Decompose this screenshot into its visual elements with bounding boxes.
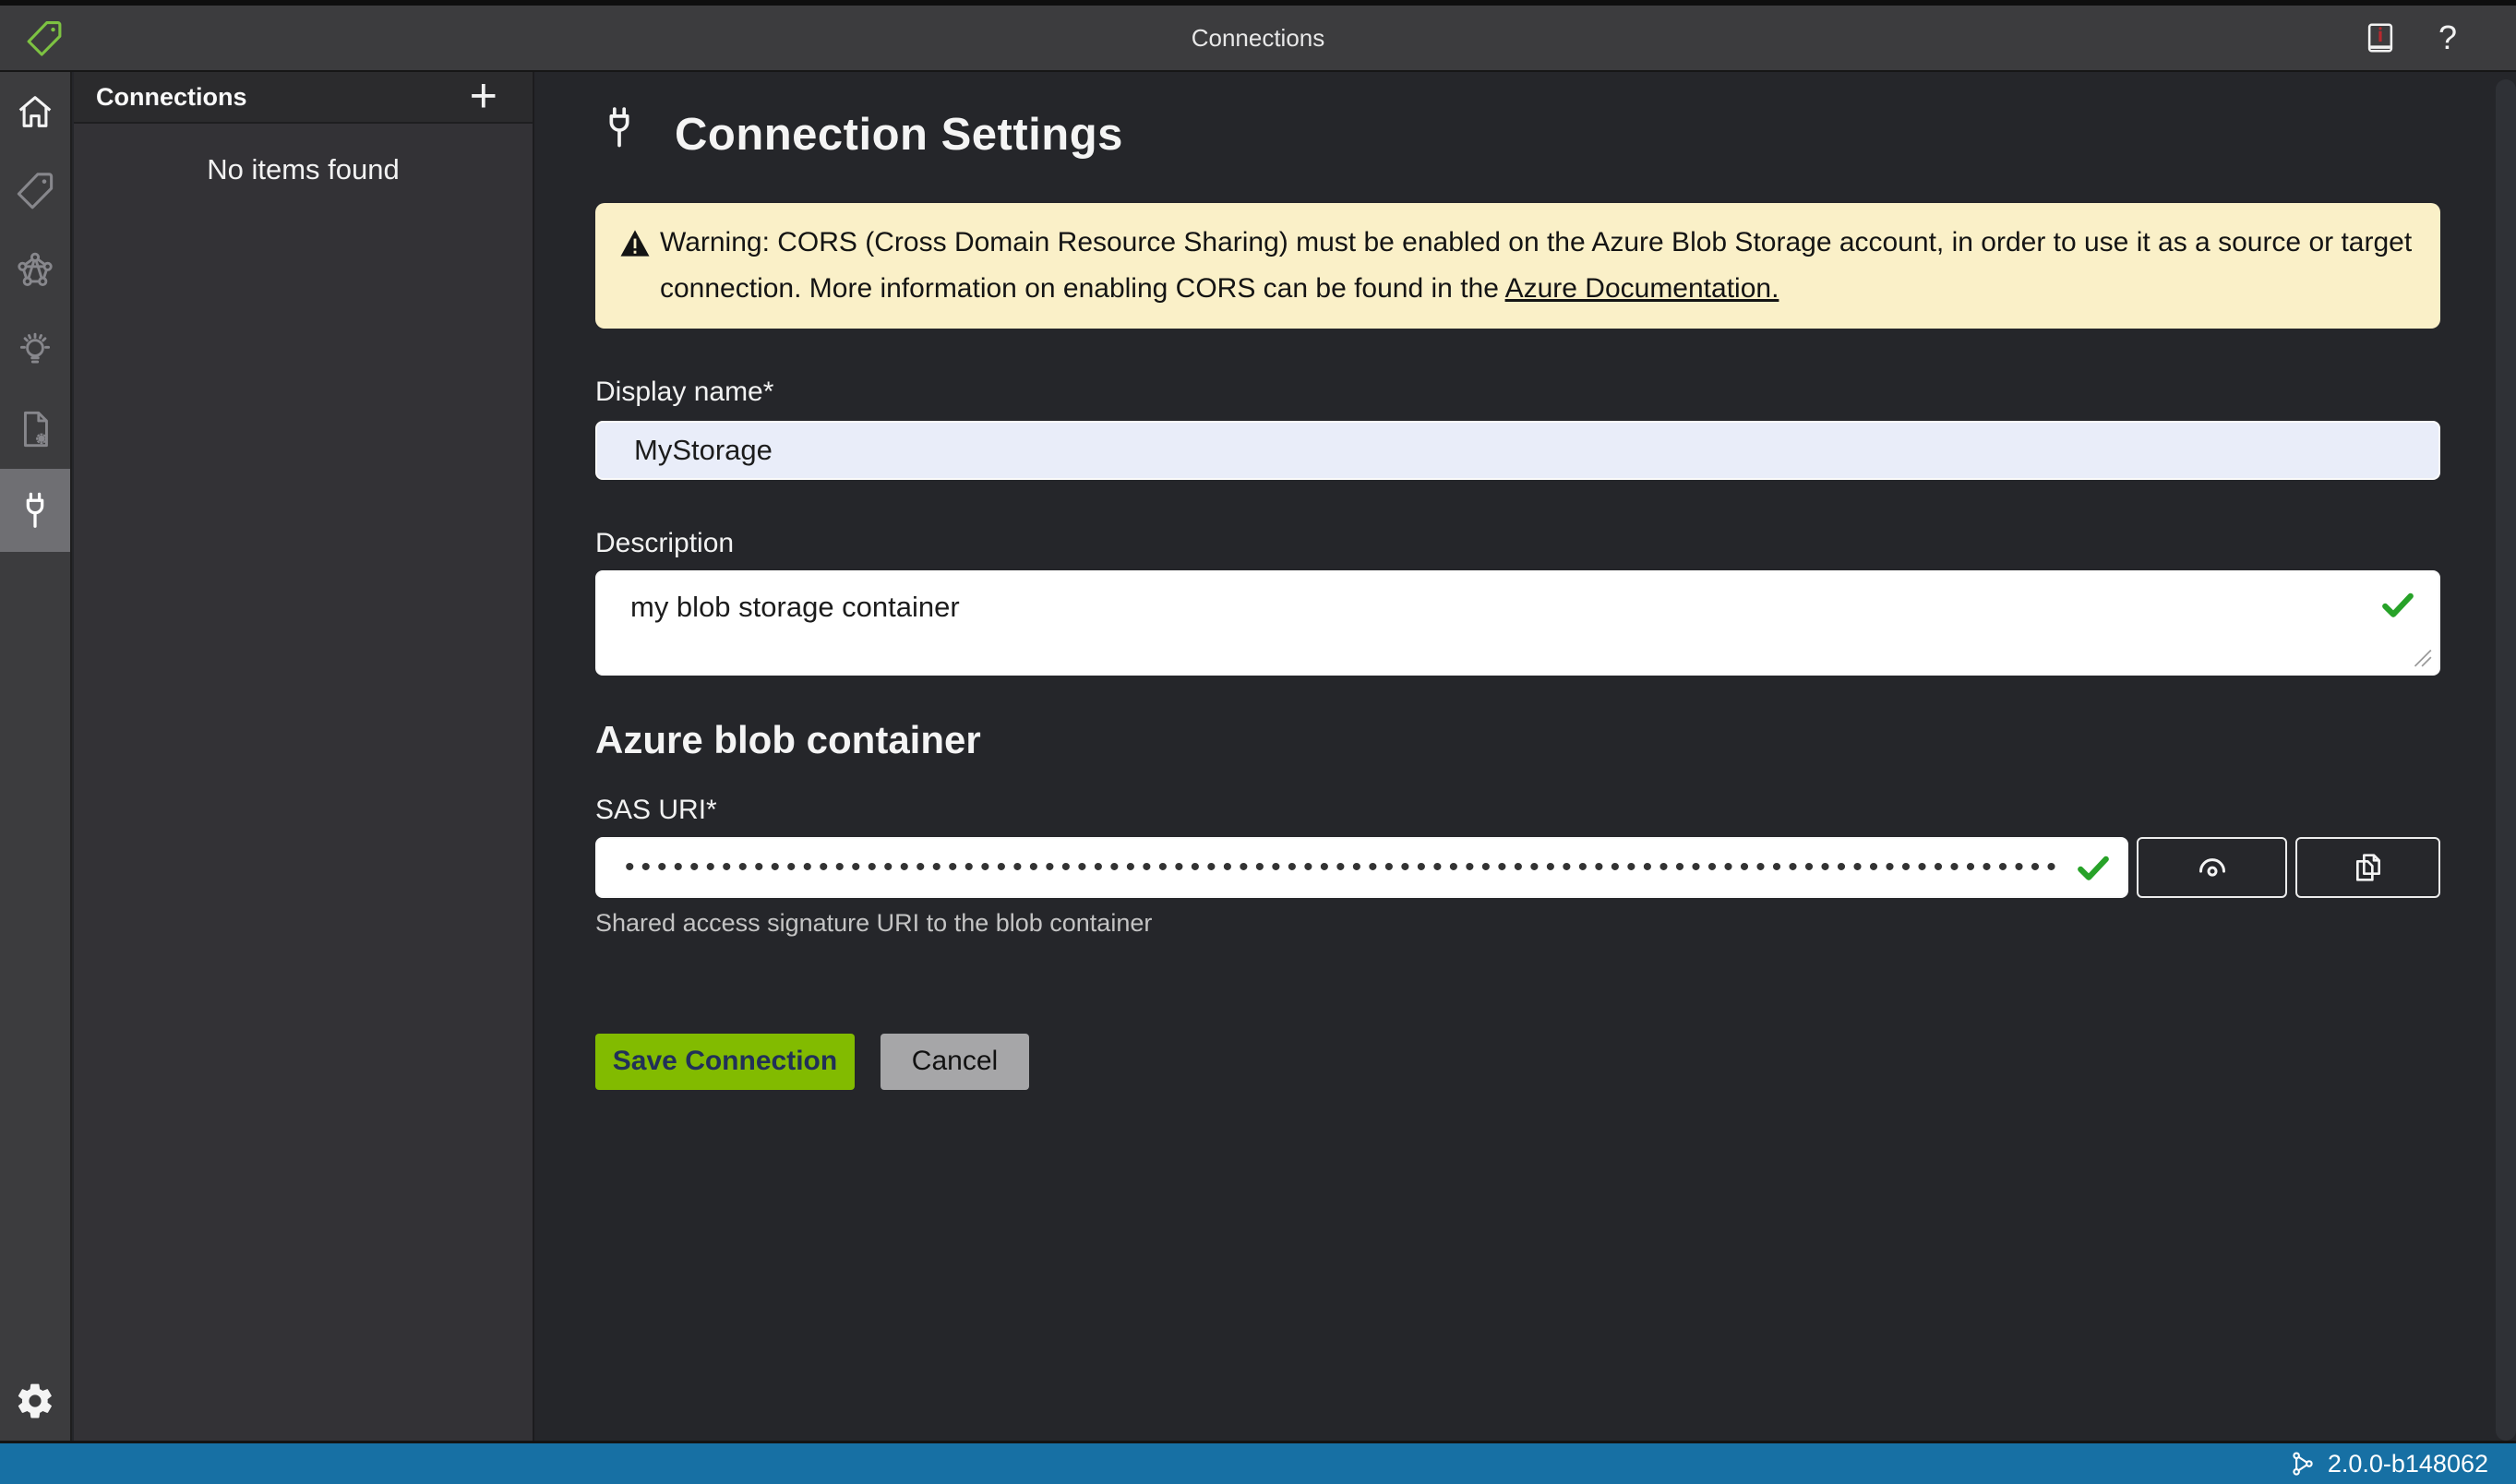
- titlebar-title: Connections: [1191, 23, 1325, 52]
- section-title-azure-blob-container: Azure blob container: [595, 718, 981, 761]
- sas-uri-row: [595, 836, 2440, 898]
- help-icon[interactable]: ?: [2438, 21, 2457, 54]
- valid-check-icon: [2382, 592, 2414, 617]
- description-wrap: my blob storage container: [595, 570, 2440, 676]
- empty-list-message: No items found: [207, 153, 400, 186]
- page-title-row: Connection Settings: [595, 102, 2440, 168]
- document-gear-icon: [24, 411, 48, 448]
- connection-settings-page: Connection Settings Warning: CORS (Cross…: [536, 72, 2516, 1441]
- titlebar-actions: ?: [2363, 6, 2457, 70]
- settings-gear-icon: [18, 1383, 52, 1418]
- titlebar: Connections ?: [0, 6, 2516, 72]
- app-window: Connections ? Connections + No items fou…: [0, 0, 2516, 1484]
- azure-documentation-link[interactable]: Azure Documentation.: [1505, 273, 1779, 304]
- status-bar: 2.0.0-b148062: [0, 1441, 2516, 1484]
- nav-rail-spacer: [0, 552, 70, 1361]
- sas-uri-label: SAS URI*: [595, 794, 717, 825]
- nav-item-reports[interactable]: [0, 389, 70, 469]
- release-notes-book-icon[interactable]: [2363, 20, 2398, 55]
- app-version: 2.0.0-b148062: [2327, 1449, 2488, 1478]
- reveal-password-button[interactable]: [2137, 836, 2288, 898]
- valid-check-icon: [2078, 856, 2110, 880]
- vertical-scrollbar[interactable]: [2496, 79, 2516, 1441]
- display-name-label: Display name*: [595, 377, 774, 407]
- display-name-input[interactable]: [595, 421, 2440, 480]
- sas-uri-wrap: [595, 836, 2129, 898]
- nav-item-network[interactable]: [0, 231, 70, 310]
- nav-item-tags[interactable]: [0, 151, 70, 231]
- cors-warning-banner: Warning: CORS (Cross Domain Resource Sha…: [595, 203, 2440, 329]
- description-textarea[interactable]: my blob storage container: [595, 570, 2440, 676]
- page-title: Connection Settings: [675, 110, 1123, 160]
- tag-icon: [17, 173, 54, 209]
- add-connection-button[interactable]: +: [470, 72, 497, 119]
- network-graph-icon: [18, 252, 53, 286]
- panel-header: Connections +: [74, 72, 533, 124]
- cancel-button[interactable]: Cancel: [881, 1033, 1029, 1090]
- plug-icon: [26, 492, 44, 528]
- eye-icon: [2199, 858, 2225, 877]
- plug-icon: [595, 103, 643, 166]
- version-branch-icon: [2293, 1452, 2313, 1476]
- nav-item-settings[interactable]: [0, 1361, 70, 1441]
- lightbulb-icon: [19, 332, 51, 364]
- nav-item-insights[interactable]: [0, 310, 70, 389]
- nav-rail: [0, 72, 72, 1441]
- form-buttons: Save Connection Cancel: [595, 1033, 2440, 1090]
- connections-list-panel: Connections + No items found: [74, 72, 534, 1441]
- copy-icon: [2355, 854, 2380, 881]
- panel-title: Connections: [96, 82, 247, 111]
- display-name-wrap: [595, 421, 2440, 480]
- sas-uri-helper-text: Shared access signature URI to the blob …: [595, 908, 1153, 937]
- resize-handle[interactable]: [2409, 644, 2433, 668]
- nav-item-connections[interactable]: [0, 469, 70, 552]
- home-icon: [18, 96, 52, 127]
- copy-button[interactable]: [2295, 836, 2440, 898]
- nav-item-home[interactable]: [0, 72, 70, 151]
- warning-triangle-icon: [620, 230, 650, 257]
- description-label: Description: [595, 528, 735, 558]
- sas-uri-input[interactable]: [595, 836, 2129, 898]
- save-connection-button[interactable]: Save Connection: [595, 1033, 855, 1090]
